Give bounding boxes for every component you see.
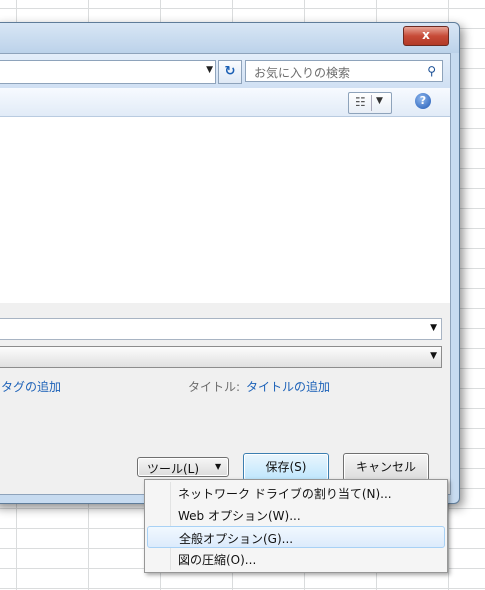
add-title-link[interactable]: タイトルの追加 (246, 378, 330, 395)
search-icon[interactable]: ⚲ (427, 64, 436, 78)
change-view-button[interactable]: ☷ ▼ (348, 92, 392, 114)
tools-dropdown-menu: ネットワーク ドライブの割り当て(N)... Web オプション(W)... 全… (144, 479, 448, 573)
menu-item-label: 図の圧縮(O)... (178, 553, 257, 567)
tools-button-label: ツール(L) (147, 462, 200, 476)
search-input[interactable]: お気に入りの検索 ⚲ (245, 60, 443, 82)
menu-item-label: 全般オプション(G)... (179, 532, 294, 546)
menu-item-web-options[interactable]: Web オプション(W)... (147, 504, 445, 526)
chevron-down-icon[interactable]: ▼ (430, 323, 437, 333)
title-label: タイトル: (188, 380, 241, 394)
address-bar: ▼ ↻ お気に入りの検索 ⚲ (0, 54, 450, 88)
refresh-button[interactable]: ↻ (218, 60, 242, 84)
dialog-body: ▼ ↻ お気に入りの検索 ⚲ ☷ ▼ ? ▼ ▼ タグの追加 タイトル: タイト… (0, 53, 451, 495)
file-name-field[interactable]: ▼ (0, 318, 442, 340)
close-icon: x (422, 28, 430, 42)
chevron-down-icon[interactable]: ▼ (430, 351, 437, 361)
save-button[interactable]: 保存(S) (243, 453, 329, 481)
menu-item-general-options[interactable]: 全般オプション(G)... (147, 526, 445, 548)
command-toolbar: ☷ ▼ ? (0, 88, 450, 117)
help-icon[interactable]: ? (415, 93, 431, 109)
add-tags-link[interactable]: タグの追加 (1, 378, 61, 395)
address-path-field[interactable]: ▼ (0, 60, 216, 84)
chevron-down-icon: ▼ (215, 462, 222, 471)
file-type-select[interactable]: ▼ (0, 346, 442, 368)
close-button[interactable]: x (403, 26, 449, 46)
file-list-pane[interactable] (0, 117, 450, 303)
menu-item-compress-pictures[interactable]: 図の圧縮(O)... (147, 548, 445, 570)
menu-item-label: Web オプション(W)... (178, 509, 301, 523)
search-placeholder: お気に入りの検索 (254, 66, 351, 80)
chevron-down-icon[interactable]: ▼ (376, 96, 383, 106)
menu-item-label: ネットワーク ドライブの割り当て(N)... (178, 487, 392, 501)
split-divider (371, 95, 372, 111)
save-as-dialog: x ▼ ↻ お気に入りの検索 ⚲ ☷ ▼ ? ▼ ▼ タグの追加 タイトル: タ… (0, 22, 460, 504)
tools-menu-button[interactable]: ツール(L) ▼ (137, 457, 229, 477)
menu-item-map-network-drive[interactable]: ネットワーク ドライブの割り当て(N)... (147, 482, 445, 504)
view-options-icon: ☷ (355, 95, 366, 109)
refresh-icon: ↻ (224, 64, 236, 79)
chevron-down-icon[interactable]: ▼ (206, 65, 213, 75)
cancel-button[interactable]: キャンセル (343, 453, 429, 481)
